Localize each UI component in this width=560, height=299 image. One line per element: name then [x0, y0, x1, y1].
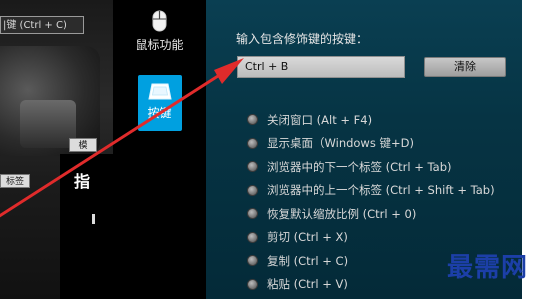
radio-button[interactable]	[247, 114, 258, 126]
option-label: 恢复默认缩放比例 (Ctrl + 0)	[267, 206, 417, 221]
radio-button[interactable]	[247, 231, 258, 243]
panel-title: 输入包含修饰键的按键：	[236, 32, 369, 46]
mouse-device-detail	[20, 100, 76, 148]
option-cut[interactable]: 剪切 (Ctrl + X)	[247, 226, 495, 250]
option-label: 关闭窗口 (Alt + F4)	[267, 112, 373, 127]
option-label: 浏览器中的下一个标签 (Ctrl + Tab)	[267, 159, 452, 174]
radio-button[interactable]	[247, 278, 258, 290]
radio-button[interactable]	[247, 161, 258, 173]
lower-text: 指	[74, 172, 91, 191]
radio-button[interactable]	[247, 208, 258, 220]
shortcut-tooltip: |键 (Ctrl + C)	[0, 16, 84, 34]
sidebar-item-keys[interactable]: 按键	[113, 75, 206, 131]
radio-button[interactable]	[247, 255, 258, 267]
radio-button[interactable]	[247, 137, 258, 149]
key-icon	[147, 83, 172, 100]
hotkey-input[interactable]: Ctrl + B	[237, 56, 405, 78]
sidebar: 鼠标功能 按键	[113, 0, 206, 299]
option-label: 复制 (Ctrl + C)	[267, 253, 349, 268]
option-show-desktop[interactable]: 显示桌面（Windows 键+D)	[247, 132, 495, 156]
background-photo: |键 (Ctrl + C) 模 标签 指	[0, 0, 113, 299]
option-close-window[interactable]: 关闭窗口 (Alt + F4)	[247, 108, 495, 132]
option-label: 浏览器中的上一个标签 (Ctrl + Shift + Tab)	[267, 183, 495, 198]
sidebar-item-label: 鼠标功能	[135, 38, 184, 52]
option-next-tab[interactable]: 浏览器中的下一个标签 (Ctrl + Tab)	[247, 155, 495, 179]
sidebar-item-label: 按键	[147, 106, 172, 120]
mini-tag: 标签	[0, 174, 30, 188]
clear-button[interactable]: 清除	[424, 57, 506, 77]
radio-button[interactable]	[247, 184, 258, 196]
watermark-logo: 最需网	[447, 253, 529, 283]
mouse-icon	[152, 10, 167, 32]
mini-button[interactable]: 模	[69, 138, 97, 152]
option-label: 粘贴 (Ctrl + V)	[267, 277, 348, 292]
option-previous-tab[interactable]: 浏览器中的上一个标签 (Ctrl + Shift + Tab)	[247, 179, 495, 203]
option-reset-zoom[interactable]: 恢复默认缩放比例 (Ctrl + 0)	[247, 202, 495, 226]
divider	[92, 214, 95, 224]
sidebar-item-mouse-functions[interactable]: 鼠标功能	[113, 10, 206, 53]
sidebar-selected-tile: 按键	[137, 75, 182, 131]
option-label: 显示桌面（Windows 键+D)	[267, 136, 414, 151]
option-label: 剪切 (Ctrl + X)	[267, 230, 348, 245]
